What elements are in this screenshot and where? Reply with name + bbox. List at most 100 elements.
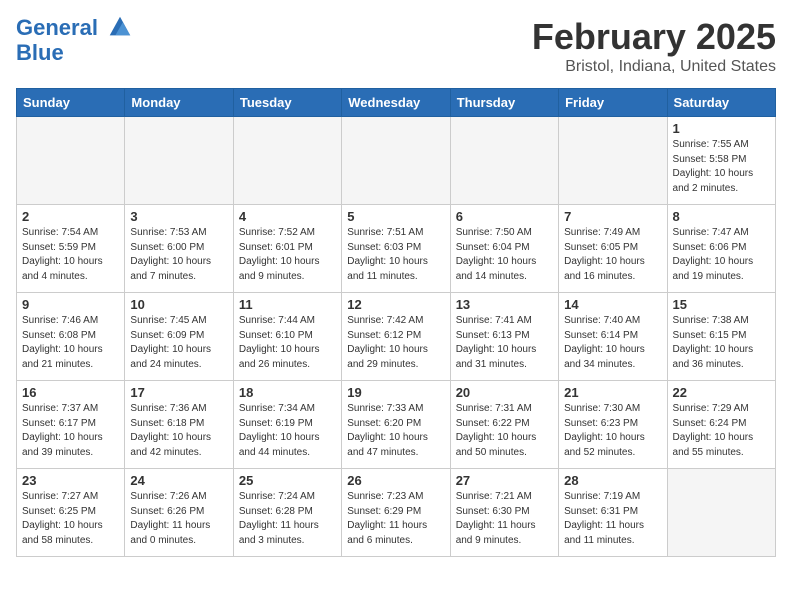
weekday-header-monday: Monday <box>125 89 233 117</box>
day-number: 21 <box>564 385 661 400</box>
calendar-cell: 15 Sunrise: 7:38 AM Sunset: 6:15 PM Dayli… <box>667 293 775 381</box>
calendar-cell: 16 Sunrise: 7:37 AM Sunset: 6:17 PM Dayli… <box>17 381 125 469</box>
logo-text: General Blue <box>16 16 134 65</box>
day-number: 14 <box>564 297 661 312</box>
calendar-cell: 4 Sunrise: 7:52 AM Sunset: 6:01 PM Daylig… <box>233 205 341 293</box>
day-info: Sunrise: 7:53 AM Sunset: 6:00 PM Dayligh… <box>130 226 227 284</box>
day-info: Sunrise: 7:45 AM Sunset: 6:09 PM Dayligh… <box>130 314 227 372</box>
day-info: Sunrise: 7:33 AM Sunset: 6:20 PM Dayligh… <box>347 402 444 460</box>
day-info: Sunrise: 7:46 AM Sunset: 6:08 PM Dayligh… <box>22 314 119 372</box>
weekday-header-tuesday: Tuesday <box>233 89 341 117</box>
calendar-cell: 27 Sunrise: 7:21 AM Sunset: 6:30 PM Dayli… <box>450 469 558 557</box>
calendar-cell: 17 Sunrise: 7:36 AM Sunset: 6:18 PM Dayli… <box>125 381 233 469</box>
week-row-2: 2 Sunrise: 7:54 AM Sunset: 5:59 PM Daylig… <box>17 205 776 293</box>
calendar-cell: 20 Sunrise: 7:31 AM Sunset: 6:22 PM Dayli… <box>450 381 558 469</box>
day-info: Sunrise: 7:27 AM Sunset: 6:25 PM Dayligh… <box>22 490 119 548</box>
calendar-cell <box>667 469 775 557</box>
calendar-cell: 13 Sunrise: 7:41 AM Sunset: 6:13 PM Dayli… <box>450 293 558 381</box>
day-info: Sunrise: 7:24 AM Sunset: 6:28 PM Dayligh… <box>239 490 336 548</box>
day-number: 26 <box>347 473 444 488</box>
day-info: Sunrise: 7:47 AM Sunset: 6:06 PM Dayligh… <box>673 226 770 284</box>
day-info: Sunrise: 7:36 AM Sunset: 6:18 PM Dayligh… <box>130 402 227 460</box>
weekday-header-row: SundayMondayTuesdayWednesdayThursdayFrid… <box>17 89 776 117</box>
calendar-cell <box>17 117 125 205</box>
calendar-cell: 7 Sunrise: 7:49 AM Sunset: 6:05 PM Daylig… <box>559 205 667 293</box>
day-info: Sunrise: 7:37 AM Sunset: 6:17 PM Dayligh… <box>22 402 119 460</box>
day-number: 19 <box>347 385 444 400</box>
calendar-cell: 8 Sunrise: 7:47 AM Sunset: 6:06 PM Daylig… <box>667 205 775 293</box>
week-row-3: 9 Sunrise: 7:46 AM Sunset: 6:08 PM Daylig… <box>17 293 776 381</box>
calendar-cell: 9 Sunrise: 7:46 AM Sunset: 6:08 PM Daylig… <box>17 293 125 381</box>
day-number: 25 <box>239 473 336 488</box>
week-row-4: 16 Sunrise: 7:37 AM Sunset: 6:17 PM Dayli… <box>17 381 776 469</box>
calendar-cell <box>342 117 450 205</box>
weekday-header-saturday: Saturday <box>667 89 775 117</box>
calendar-cell <box>450 117 558 205</box>
day-number: 24 <box>130 473 227 488</box>
week-row-5: 23 Sunrise: 7:27 AM Sunset: 6:25 PM Dayli… <box>17 469 776 557</box>
weekday-header-wednesday: Wednesday <box>342 89 450 117</box>
calendar-cell <box>233 117 341 205</box>
day-number: 5 <box>347 209 444 224</box>
day-number: 3 <box>130 209 227 224</box>
day-number: 20 <box>456 385 553 400</box>
calendar-cell: 12 Sunrise: 7:42 AM Sunset: 6:12 PM Dayli… <box>342 293 450 381</box>
day-number: 8 <box>673 209 770 224</box>
calendar-cell: 6Sunrise: 7:50 AM Sunset: 6:04 PM Daylig… <box>450 205 558 293</box>
day-info: Sunrise: 7:52 AM Sunset: 6:01 PM Dayligh… <box>239 226 336 284</box>
day-number: 17 <box>130 385 227 400</box>
day-number: 4 <box>239 209 336 224</box>
calendar-cell: 28Sunrise: 7:19 AM Sunset: 6:31 PM Dayli… <box>559 469 667 557</box>
day-number: 1 <box>673 121 770 136</box>
day-number: 18 <box>239 385 336 400</box>
day-info: Sunrise: 7:34 AM Sunset: 6:19 PM Dayligh… <box>239 402 336 460</box>
calendar-cell <box>125 117 233 205</box>
day-number: 15 <box>673 297 770 312</box>
logo-general: General <box>16 15 98 40</box>
day-info: Sunrise: 7:40 AM Sunset: 6:14 PM Dayligh… <box>564 314 661 372</box>
logo-blue: Blue <box>16 40 64 65</box>
calendar-cell: 11 Sunrise: 7:44 AM Sunset: 6:10 PM Dayli… <box>233 293 341 381</box>
day-info: Sunrise: 7:49 AM Sunset: 6:05 PM Dayligh… <box>564 226 661 284</box>
calendar-cell: 19 Sunrise: 7:33 AM Sunset: 6:20 PM Dayli… <box>342 381 450 469</box>
calendar-cell: 21 Sunrise: 7:30 AM Sunset: 6:23 PM Dayli… <box>559 381 667 469</box>
calendar-cell: 25 Sunrise: 7:24 AM Sunset: 6:28 PM Dayli… <box>233 469 341 557</box>
day-info: Sunrise: 7:51 AM Sunset: 6:03 PM Dayligh… <box>347 226 444 284</box>
weekday-header-thursday: Thursday <box>450 89 558 117</box>
calendar-cell: 5 Sunrise: 7:51 AM Sunset: 6:03 PM Daylig… <box>342 205 450 293</box>
calendar-table: SundayMondayTuesdayWednesdayThursdayFrid… <box>16 88 776 557</box>
day-number: 2 <box>22 209 119 224</box>
day-info: Sunrise: 7:55 AM Sunset: 5:58 PM Dayligh… <box>673 138 770 196</box>
day-info: Sunrise: 7:30 AM Sunset: 6:23 PM Dayligh… <box>564 402 661 460</box>
day-number: 22 <box>673 385 770 400</box>
day-number: 27 <box>456 473 553 488</box>
day-number: 23 <box>22 473 119 488</box>
day-info: Sunrise: 7:38 AM Sunset: 6:15 PM Dayligh… <box>673 314 770 372</box>
logo: General Blue <box>16 16 134 65</box>
calendar-cell: 10Sunrise: 7:45 AM Sunset: 6:09 PM Dayli… <box>125 293 233 381</box>
title-block: February 2025 Bristol, Indiana, United S… <box>532 16 776 76</box>
day-number: 16 <box>22 385 119 400</box>
calendar-cell: 14 Sunrise: 7:40 AM Sunset: 6:14 PM Dayli… <box>559 293 667 381</box>
day-info: Sunrise: 7:54 AM Sunset: 5:59 PM Dayligh… <box>22 226 119 284</box>
calendar-title: February 2025 <box>532 16 776 58</box>
calendar-cell: 22Sunrise: 7:29 AM Sunset: 6:24 PM Dayli… <box>667 381 775 469</box>
day-number: 6 <box>456 209 553 224</box>
weekday-header-friday: Friday <box>559 89 667 117</box>
logo-icon <box>106 13 134 41</box>
day-number: 11 <box>239 297 336 312</box>
calendar-cell: 24Sunrise: 7:26 AM Sunset: 6:26 PM Dayli… <box>125 469 233 557</box>
day-info: Sunrise: 7:31 AM Sunset: 6:22 PM Dayligh… <box>456 402 553 460</box>
day-info: Sunrise: 7:21 AM Sunset: 6:30 PM Dayligh… <box>456 490 553 548</box>
day-number: 12 <box>347 297 444 312</box>
day-number: 7 <box>564 209 661 224</box>
calendar-cell: 23 Sunrise: 7:27 AM Sunset: 6:25 PM Dayli… <box>17 469 125 557</box>
calendar-cell: 1 Sunrise: 7:55 AM Sunset: 5:58 PM Daylig… <box>667 117 775 205</box>
day-number: 9 <box>22 297 119 312</box>
calendar-subtitle: Bristol, Indiana, United States <box>532 58 776 76</box>
day-number: 13 <box>456 297 553 312</box>
day-info: Sunrise: 7:42 AM Sunset: 6:12 PM Dayligh… <box>347 314 444 372</box>
day-info: Sunrise: 7:41 AM Sunset: 6:13 PM Dayligh… <box>456 314 553 372</box>
day-number: 28 <box>564 473 661 488</box>
day-info: Sunrise: 7:44 AM Sunset: 6:10 PM Dayligh… <box>239 314 336 372</box>
